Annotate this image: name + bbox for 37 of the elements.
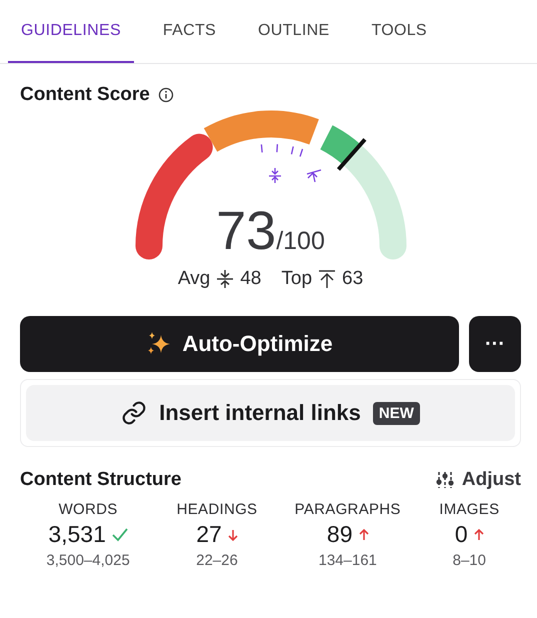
tab[interactable]: GUIDELINES: [8, 0, 134, 63]
auto-optimize-button[interactable]: Auto-Optimize: [20, 316, 459, 372]
insert-links-button[interactable]: Insert internal links NEW: [26, 385, 515, 441]
more-button[interactable]: ···: [469, 316, 521, 372]
arrow-down-icon: [228, 528, 238, 540]
metric-range: 8–10: [452, 552, 486, 569]
metric-label: IMAGES: [439, 501, 500, 518]
metric-label: WORDS: [58, 501, 118, 518]
tab[interactable]: FACTS: [150, 0, 229, 63]
check-icon: [112, 528, 128, 542]
arrow-up-to-line-icon: [318, 269, 336, 289]
metric-value: 89: [326, 521, 352, 548]
metric-range: 134–161: [318, 552, 377, 569]
metric-label: PARAGRAPHS: [294, 501, 401, 518]
info-icon[interactable]: [158, 87, 174, 103]
tab[interactable]: OUTLINE: [244, 0, 342, 63]
top-value: 63: [342, 268, 364, 290]
avg-value: 48: [240, 268, 262, 290]
adjust-button[interactable]: Adjust: [436, 469, 521, 491]
arrow-up-icon: [358, 528, 368, 540]
metric-value: 0: [454, 521, 468, 548]
section-title: Content Structure: [20, 469, 182, 491]
metric-range: 22–26: [196, 552, 238, 569]
top-label: Top: [281, 268, 312, 290]
metric-range: 3,500–4,025: [46, 552, 130, 569]
tab[interactable]: TOOLS: [358, 0, 440, 63]
section-title: Content Score: [20, 84, 150, 106]
metric-value: 3,531: [48, 521, 106, 548]
sliders-icon: [436, 471, 454, 489]
link-icon: [121, 400, 148, 426]
new-badge: NEW: [372, 402, 420, 424]
arrow-up-icon: [474, 528, 484, 540]
compress-icon: [216, 269, 234, 289]
metric-value: 27: [196, 521, 222, 548]
content-score: 73/100: [215, 200, 326, 262]
avg-label: Avg: [178, 268, 210, 290]
metric-label: HEADINGS: [176, 501, 258, 518]
